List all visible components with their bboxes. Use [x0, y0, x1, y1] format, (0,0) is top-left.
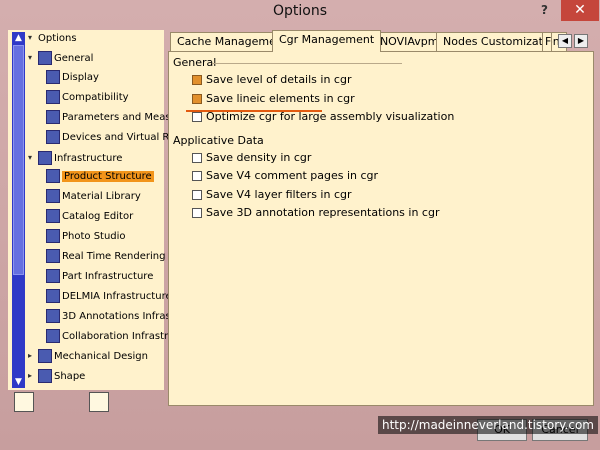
tree-item-delmia-infrastructure[interactable]: DELMIA Infrastructure — [46, 289, 172, 305]
save-level-details-checkbox[interactable]: Save level of details in cgr — [192, 72, 351, 88]
applicative-group-title: Applicative Data — [173, 134, 264, 147]
general-divider — [212, 63, 402, 64]
tree-item-mechanical-design[interactable]: ▸ Mechanical Design — [28, 348, 148, 364]
tab-bar: Cache Management Cgr Management ENOVIAvp… — [168, 30, 594, 52]
product-structure-icon — [46, 169, 60, 183]
tree-item-parameters[interactable]: Parameters and Measure — [46, 110, 187, 126]
checkbox-box[interactable] — [192, 94, 202, 104]
photo-studio-icon — [46, 229, 60, 243]
window-title: Options — [272, 3, 328, 19]
compatibility-icon — [46, 90, 60, 104]
save-density-checkbox[interactable]: Save density in cgr — [192, 150, 311, 166]
tab-scroll-left-icon[interactable]: ◀ — [558, 34, 572, 48]
checkbox-box[interactable] — [192, 208, 202, 218]
collaboration-icon — [46, 329, 60, 343]
expand-icon[interactable]: ▾ — [28, 50, 38, 66]
watermark-url: http://madeinneverland.tistory.com — [378, 416, 598, 434]
real-time-rendering-icon — [46, 249, 60, 263]
options-dialog: Options ? ✕ ▲ ▼ ▾ Options ▾ General Displa… — [0, 0, 600, 450]
tree-root-options[interactable]: ▾ Options — [28, 30, 77, 46]
checkbox-box[interactable] — [192, 171, 202, 181]
checkbox-box[interactable] — [192, 112, 202, 122]
optimize-cgr-checkbox[interactable]: Optimize cgr for large assembly visualiz… — [192, 109, 454, 125]
devices-icon — [46, 130, 60, 144]
save-3d-annotation-checkbox[interactable]: Save 3D annotation representations in cg… — [192, 205, 439, 221]
save-v4-comment-pages-checkbox[interactable]: Save V4 comment pages in cgr — [192, 168, 378, 184]
delmia-infrastructure-icon — [46, 289, 60, 303]
tree-scrollbar[interactable]: ▲ ▼ — [12, 32, 25, 388]
part-infrastructure-icon — [46, 269, 60, 283]
tree-item-infrastructure[interactable]: ▾ Infrastructure — [28, 150, 122, 166]
tree-item-photo-studio[interactable]: Photo Studio — [46, 229, 126, 245]
general-group-title: General — [173, 56, 217, 69]
scrollbar-thumb[interactable] — [13, 45, 24, 275]
close-button[interactable]: ✕ — [561, 0, 599, 21]
checkbox-box[interactable] — [192, 190, 202, 200]
tree-item-3d-annotations[interactable]: 3D Annotations Infrastru — [46, 309, 185, 325]
tree-item-real-time-rendering[interactable]: Real Time Rendering — [46, 249, 165, 265]
tree-item-catalog-editor[interactable]: Catalog Editor — [46, 209, 133, 225]
tree-item-compatibility[interactable]: Compatibility — [46, 90, 129, 106]
catalog-editor-icon — [46, 209, 60, 223]
tree-item-product-structure[interactable]: Product Structure — [46, 169, 154, 185]
shape-icon — [38, 369, 52, 383]
tree-item-part-infrastructure[interactable]: Part Infrastructure — [46, 269, 153, 285]
tree-item-material-library[interactable]: Material Library — [46, 189, 141, 205]
tab-scroll-right-icon[interactable]: ▶ — [574, 34, 588, 48]
annotations-icon — [46, 309, 60, 323]
expand-icon[interactable]: ▾ — [28, 150, 38, 166]
checkbox-box[interactable] — [192, 153, 202, 163]
scroll-up-icon[interactable]: ▲ — [12, 32, 25, 44]
title-bar[interactable]: Options ? ✕ — [0, 0, 600, 24]
material-library-icon — [46, 189, 60, 203]
tree-item-shape[interactable]: ▸ Shape — [28, 368, 85, 384]
expand-icon[interactable]: ▸ — [28, 348, 38, 364]
tree-item-display[interactable]: Display — [46, 70, 99, 86]
expand-icon[interactable]: ▸ — [28, 368, 38, 384]
save-v4-layer-filters-checkbox[interactable]: Save V4 layer filters in cgr — [192, 187, 352, 203]
expand-icon[interactable]: ▾ — [28, 30, 38, 46]
scroll-down-icon[interactable]: ▼ — [12, 376, 25, 388]
tree-item-general[interactable]: ▾ General — [28, 50, 93, 66]
checkbox-box[interactable] — [192, 75, 202, 85]
save-lineic-elements-checkbox[interactable]: Save lineic elements in cgr — [192, 91, 355, 107]
tab-partial[interactable]: F — [542, 32, 552, 52]
tab-cgr-management[interactable]: Cgr Management — [272, 30, 382, 52]
tree-item-devices[interactable]: Devices and Virtual Reali — [46, 130, 187, 146]
display-icon — [46, 70, 60, 84]
general-icon — [38, 51, 52, 65]
mechanical-design-icon — [38, 349, 52, 363]
help-button[interactable]: ? — [541, 3, 548, 17]
infrastructure-icon — [38, 151, 52, 165]
parameters-icon — [46, 110, 60, 124]
